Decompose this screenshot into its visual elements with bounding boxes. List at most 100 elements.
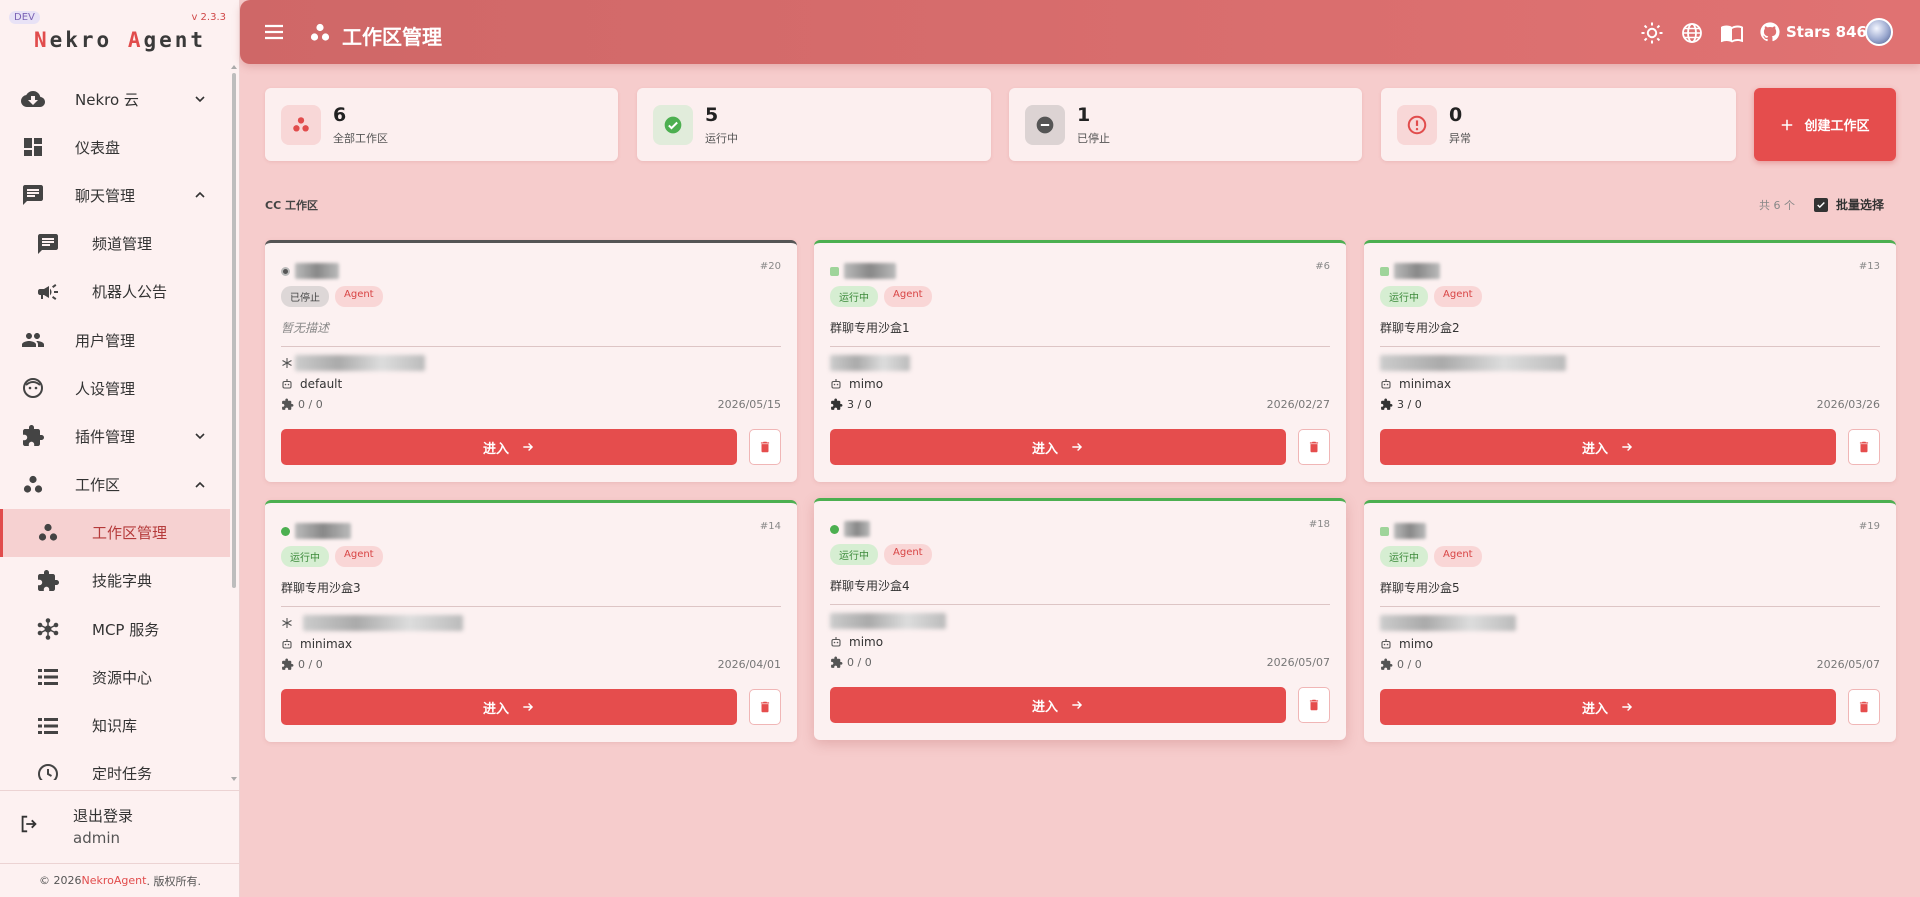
workspace-id: #18 xyxy=(1308,519,1330,530)
enter-workspace-button[interactable]: 进入 xyxy=(1380,689,1836,725)
stat-value: 6 xyxy=(333,104,347,126)
megaphone-icon xyxy=(38,283,58,300)
cloud-icon xyxy=(21,91,45,108)
sidebar-item-workspace-management[interactable]: 工作区管理 xyxy=(0,508,230,558)
book-icon[interactable] xyxy=(1720,21,1744,45)
sidebar-item-label: 资源中心 xyxy=(92,668,153,687)
trash-icon xyxy=(1309,699,1319,711)
sidebar-item-announcement[interactable]: 机器人公告 xyxy=(0,268,230,316)
avatar[interactable] xyxy=(1865,18,1893,46)
model-info: mimo xyxy=(830,635,883,649)
plugin-count: 0 / 0 xyxy=(281,398,323,411)
sidebar-item-label: 工作区 xyxy=(75,476,121,495)
sidebar-item-chat[interactable]: 聊天管理 xyxy=(0,171,230,219)
path-redacted xyxy=(295,355,425,371)
sidebar-item-label: 技能字典 xyxy=(92,572,153,591)
sidebar-item-plugins[interactable]: 插件管理 xyxy=(0,412,230,460)
sidebar-item-knowledge[interactable]: 知识库 xyxy=(0,701,230,749)
sun-icon[interactable] xyxy=(1640,21,1664,45)
stat-card-running: 5 运行中 xyxy=(637,88,991,161)
stat-label: 已停止 xyxy=(1077,132,1110,145)
enter-workspace-button[interactable]: 进入 xyxy=(281,429,737,465)
batch-select-checkbox[interactable]: 批量选择 xyxy=(1814,196,1884,213)
robot-icon xyxy=(831,637,841,647)
logout-button[interactable]: 退出登录 admin xyxy=(0,790,240,850)
divider xyxy=(281,606,781,607)
globe-icon[interactable] xyxy=(1680,21,1704,45)
sidebar-item-workspace[interactable]: 工作区 xyxy=(0,461,230,509)
workspace-description: 群聊专用沙盒4 xyxy=(830,579,910,593)
delete-workspace-button[interactable] xyxy=(1298,429,1330,465)
status-dot xyxy=(830,267,839,276)
workspace-id: #14 xyxy=(759,521,781,532)
brand-logo[interactable]: Nekro Agent xyxy=(0,28,240,52)
enter-workspace-button[interactable]: 进入 xyxy=(830,687,1286,723)
agent-badge: Agent xyxy=(335,546,383,567)
status-dot xyxy=(830,525,839,534)
model-info: mimo xyxy=(1380,637,1433,651)
sidebar-item-channel[interactable]: 频道管理 xyxy=(0,220,230,268)
sidebar-item-dashboard[interactable]: 仪表盘 xyxy=(0,123,230,171)
menu-icon[interactable] xyxy=(262,20,286,44)
stat-value: 5 xyxy=(705,104,719,126)
workspace-count: 共 6 个 xyxy=(1759,199,1795,212)
sidebar-item-label: 定时任务 xyxy=(92,765,153,780)
workspace-card[interactable]: #6 运行中 Agent 群聊专用沙盒1 mimo 3 / 0 2026/02/… xyxy=(814,240,1346,482)
status-badge: 运行中 xyxy=(830,544,878,565)
chevron-up-icon xyxy=(195,192,205,199)
scroll-thumb[interactable] xyxy=(232,73,236,588)
model-info: minimax xyxy=(281,637,352,651)
sidebar-item-mcp[interactable]: MCP 服务 xyxy=(0,605,230,653)
workspace-card[interactable]: #13 运行中 Agent 群聊专用沙盒2 minimax 3 / 0 2026… xyxy=(1364,240,1896,482)
delete-workspace-button[interactable] xyxy=(1848,429,1880,465)
path-redacted xyxy=(1380,615,1516,631)
workspace-card[interactable]: #19 运行中 Agent 群聊专用沙盒5 mimo 0 / 0 2026/05… xyxy=(1364,500,1896,742)
delete-workspace-button[interactable] xyxy=(749,429,781,465)
workspace-name-redacted xyxy=(844,521,870,537)
workspace-card[interactable]: #20 已停止 Agent 暂无描述 default 0 / 0 2026/05… xyxy=(265,240,797,482)
workspace-description: 暂无描述 xyxy=(281,321,330,335)
stat-card-error: 0 异常 xyxy=(1381,88,1736,161)
workspace-icon xyxy=(38,523,58,541)
version-label: v 2.3.3 xyxy=(191,12,226,23)
sidebar-item-users[interactable]: 用户管理 xyxy=(0,316,230,364)
arrow-right-icon xyxy=(1622,703,1633,711)
sidebar-item-persona[interactable]: 人设管理 xyxy=(0,364,230,412)
robot-icon xyxy=(1381,639,1391,649)
sidebar-scrollbar[interactable] xyxy=(230,63,238,783)
workspace-card[interactable]: #14 运行中 Agent 群聊专用沙盒3 minimax 0 / 0 2026… xyxy=(265,500,797,742)
workspace-card[interactable]: #18 运行中 Agent 群聊专用沙盒4 mimo 0 / 0 2026/05… xyxy=(814,498,1346,740)
footer-link[interactable]: NekroAgent xyxy=(82,874,147,887)
workspace-name-redacted xyxy=(295,263,339,279)
sidebar-item-label: Nekro 云 xyxy=(75,90,139,109)
sidebar-item-scheduled[interactable]: 定时任务 xyxy=(0,750,230,780)
github-stars-button[interactable]: Stars 846 xyxy=(1760,22,1867,42)
sidebar-nav: Nekro 云 仪表盘 聊天管理 频道管理 机器人公告 用户管理 人设管理 插件… xyxy=(0,75,230,780)
channel-icon xyxy=(38,233,58,254)
stat-label: 全部工作区 xyxy=(333,132,388,145)
delete-workspace-button[interactable] xyxy=(749,689,781,725)
enter-workspace-button[interactable]: 进入 xyxy=(1380,429,1836,465)
arrow-right-icon xyxy=(1622,443,1633,451)
workspace-id: #6 xyxy=(1315,261,1330,272)
checkbox-icon xyxy=(1814,197,1828,212)
workspace-description: 群聊专用沙盒5 xyxy=(1380,581,1460,595)
scroll-up-arrow[interactable] xyxy=(231,65,237,69)
enter-workspace-button[interactable]: 进入 xyxy=(281,689,737,725)
workspace-description: 群聊专用沙盒2 xyxy=(1380,321,1460,335)
delete-workspace-button[interactable] xyxy=(1848,689,1880,725)
sidebar-item-resources[interactable]: 资源中心 xyxy=(0,653,230,701)
section-title: CC 工作区 xyxy=(265,199,318,212)
stat-card-stopped: 1 已停止 xyxy=(1009,88,1362,161)
create-workspace-button[interactable]: 创建工作区 xyxy=(1754,88,1896,161)
sidebar-item-nekro-cloud[interactable]: Nekro 云 xyxy=(0,75,230,123)
delete-workspace-button[interactable] xyxy=(1298,687,1330,723)
scroll-down-arrow[interactable] xyxy=(231,777,237,781)
trash-icon xyxy=(1309,441,1319,453)
enter-workspace-button[interactable]: 进入 xyxy=(830,429,1286,465)
sidebar-item-skills[interactable]: 技能字典 xyxy=(0,557,230,605)
trash-icon xyxy=(1859,441,1869,453)
agent-badge: Agent xyxy=(1434,286,1482,307)
status-badge: 运行中 xyxy=(830,286,878,307)
workspace-description: 群聊专用沙盒3 xyxy=(281,581,361,595)
